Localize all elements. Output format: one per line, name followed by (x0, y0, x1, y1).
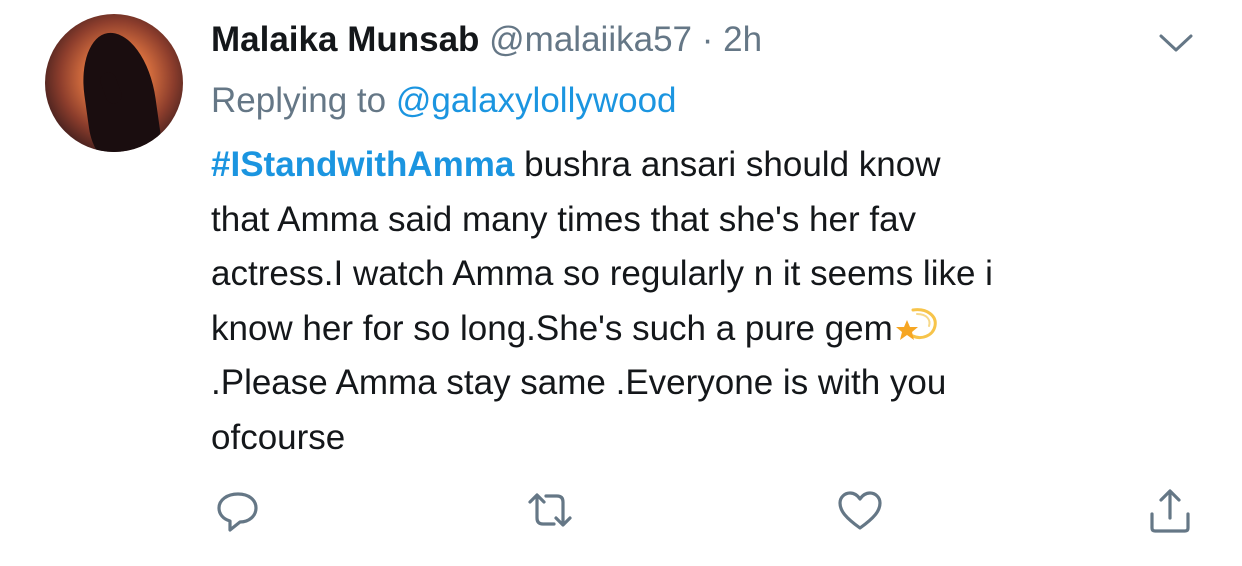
author-handle[interactable]: @malaiika57 (489, 20, 692, 59)
replying-to: Replying to @galaxylollywood (211, 78, 677, 124)
author-name[interactable]: Malaika Munsab (211, 20, 479, 59)
tweet-header: Malaika Munsab @malaiika57 · 2h (211, 18, 762, 62)
tweet-text: #IStandwithAmma bushra ansari should kno… (211, 138, 1211, 465)
tweet-line-2: that Amma said many times that she's her… (211, 199, 917, 239)
tweet-line-4: know her for so long.She's such a pure g… (211, 302, 1211, 357)
tweet-line-6: ofcourse (211, 417, 346, 457)
share-icon[interactable] (1146, 488, 1194, 534)
tweet: Malaika Munsab @malaiika57 · 2h Replying… (0, 0, 1242, 566)
chevron-down-icon[interactable] (1158, 32, 1194, 54)
avatar[interactable] (45, 14, 183, 152)
retweet-icon[interactable] (526, 488, 574, 534)
dizzy-star-emoji-icon (893, 306, 939, 346)
tweet-line-1: #IStandwithAmma bushra ansari should kno… (211, 138, 1211, 193)
tweet-line-3: actress.I watch Amma so regularly n it s… (211, 254, 993, 293)
heart-icon[interactable] (836, 488, 884, 534)
reply-mention-link[interactable]: @galaxylollywood (396, 81, 677, 120)
reply-icon[interactable] (214, 488, 262, 534)
hashtag-link[interactable]: #IStandwithAmma (211, 145, 514, 184)
separator-dot: · (701, 20, 714, 59)
tweet-time[interactable]: 2h (723, 20, 762, 59)
tweet-line-1-text: bushra ansari should know (514, 145, 941, 184)
tweet-line-4-text: know her for so long.She's such a pure g… (211, 308, 893, 348)
tweet-actions (0, 488, 1242, 538)
replying-to-label: Replying to (211, 81, 387, 120)
tweet-line-5: .Please Amma stay same .Everyone is with… (211, 363, 947, 402)
